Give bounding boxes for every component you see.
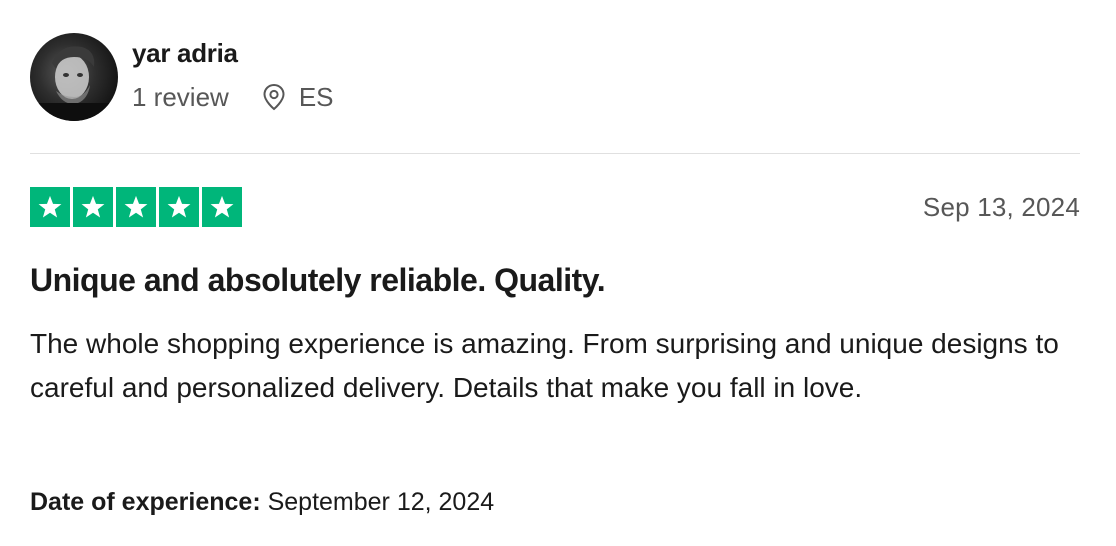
experience-label: Date of experience:: [30, 488, 261, 516]
star-icon: [73, 187, 113, 227]
star-icon: [116, 187, 156, 227]
rating-row: Sep 13, 2024: [30, 187, 1080, 227]
reviewer-location: ES: [261, 82, 334, 112]
reviewer-header: yar adria 1 review ES: [30, 33, 334, 121]
star-icon: [159, 187, 199, 227]
star-icon: [202, 187, 242, 227]
experience-date: September 12, 2024: [267, 488, 495, 516]
reviewer-info: yar adria 1 review ES: [132, 33, 334, 112]
review-count: 1 review: [132, 82, 229, 112]
country-code: ES: [298, 82, 334, 112]
location-pin-icon: [261, 83, 287, 111]
review-title[interactable]: Unique and absolutely reliable. Quality.: [30, 262, 606, 299]
review-date: Sep 13, 2024: [922, 191, 1080, 222]
reviewer-name[interactable]: yar adria: [132, 38, 334, 68]
divider: [30, 153, 1080, 154]
review-card: yar adria 1 review ES Sep 13, 2024 Uniqu…: [0, 0, 1116, 546]
star-rating: [30, 187, 242, 227]
review-body: The whole shopping experience is amazing…: [30, 328, 1059, 403]
date-of-experience: Date of experience: September 12, 2024: [30, 488, 494, 517]
avatar[interactable]: [30, 33, 118, 121]
reviewer-meta: 1 review ES: [132, 82, 334, 112]
star-icon: [30, 187, 70, 227]
